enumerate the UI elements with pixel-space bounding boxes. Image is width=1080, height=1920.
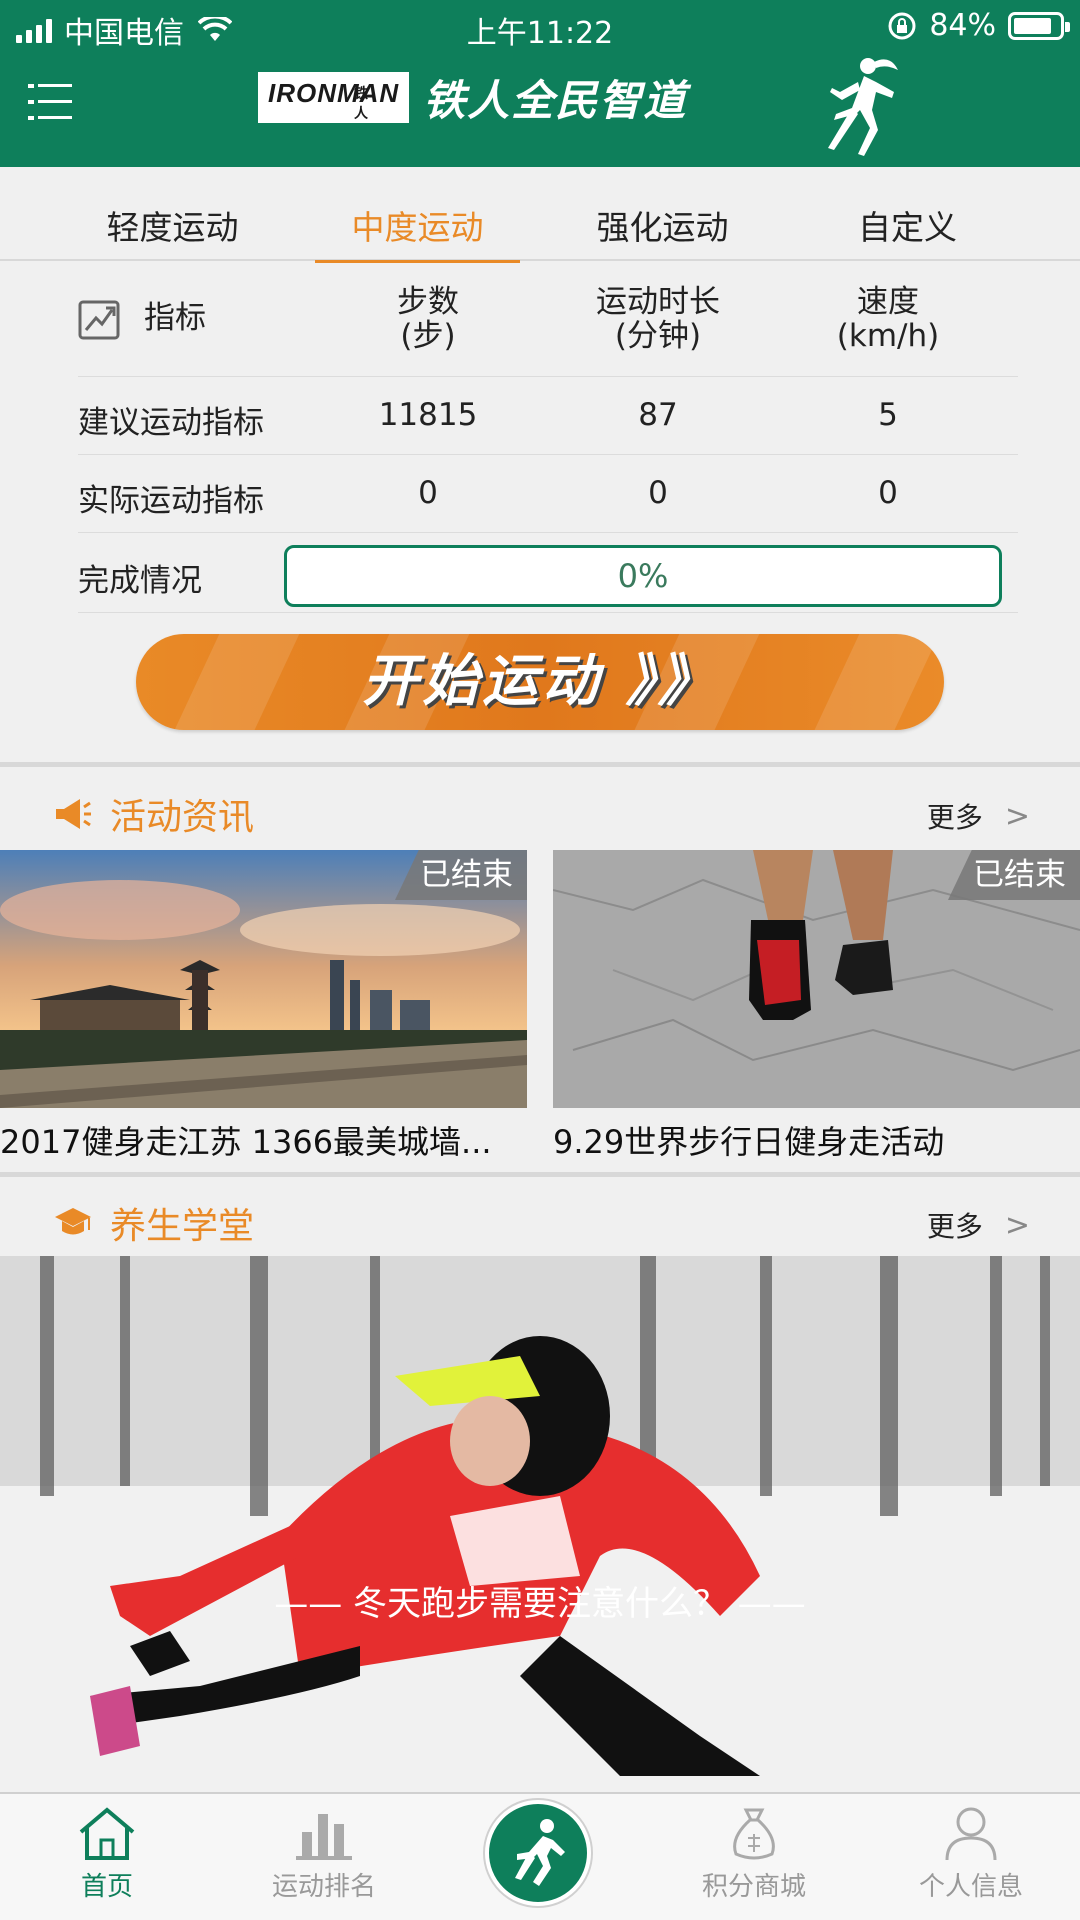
status-right: 84% [887, 8, 1070, 43]
actual-speed: 0 [878, 475, 898, 511]
metric-header: 指标 [144, 300, 206, 336]
runner-mascot-icon [828, 58, 898, 156]
suggested-duration: 87 [638, 397, 678, 433]
activities-header: 活动资讯 [54, 788, 254, 840]
activity-card-2[interactable]: 已结束 9.29世界步行日健身走活动 [553, 850, 1080, 1176]
nav-home[interactable]: 首页 [27, 1804, 187, 1903]
start-exercise-button[interactable]: 开始运动 》》 [136, 634, 944, 730]
brand-en-logo: IRONMAN 铁人 [258, 71, 410, 123]
speed-header-unit: (km/h) [836, 318, 940, 354]
brand-cn-title: 铁人全民智道 [423, 75, 688, 125]
bar-chart-icon [296, 1814, 352, 1860]
app-screen: 中国电信 上午11:22 84% IRONMAN 铁人 铁人全民智道 轻度运动 … [0, 0, 1080, 1920]
suggested-speed: 5 [878, 397, 898, 433]
activities-title: 活动资讯 [110, 797, 255, 838]
runner-icon [515, 1819, 565, 1886]
duration-header-unit: (分钟) [614, 318, 702, 354]
school-more-link[interactable]: 更多 > [927, 1205, 1030, 1245]
feature-caption: —— 冬天跑步需要注意什么？ —— [274, 1584, 806, 1624]
nav-profile-label: 个人信息 [918, 1872, 1023, 1902]
section-divider [0, 1172, 1080, 1177]
hamburger-icon[interactable] [28, 80, 72, 124]
feature-image [0, 1256, 1080, 1792]
steps-header-label: 步数 [397, 284, 459, 320]
tab-custom[interactable]: 自定义 [785, 167, 1030, 261]
activity-image-city-wall: 已结束 [0, 850, 527, 1108]
suggested-row: 建议运动指标 11815 87 5 [78, 377, 1018, 455]
suggested-steps: 11815 [378, 397, 478, 433]
nav-home-label: 首页 [80, 1872, 133, 1902]
speed-header-label: 速度 [857, 284, 919, 320]
money-bag-icon [733, 1808, 775, 1860]
graduation-cap-icon [55, 1208, 91, 1235]
steps-header-unit: (步) [400, 318, 456, 354]
megaphone-icon [56, 799, 91, 829]
suggested-label: 建议运动指标 [78, 405, 264, 441]
chevron-right-icon: > [1004, 1207, 1030, 1243]
completion-row: 完成情况 0% [78, 533, 1018, 613]
tab-light[interactable]: 轻度运动 [50, 167, 295, 261]
rotation-lock-icon [888, 12, 916, 39]
home-icon [79, 1807, 135, 1860]
activity-card-1[interactable]: 已结束 2017健身走江苏 1366最美城墙... [0, 850, 527, 1176]
actual-row: 实际运动指标 0 0 0 [78, 455, 1018, 533]
brand-logo: IRONMAN 铁人 铁人全民智道 [258, 62, 687, 132]
activity-caption: 9.29世界步行日健身走活动 [553, 1123, 945, 1161]
activities-more-label: 更多 [926, 801, 983, 834]
tab-moderate[interactable]: 中度运动 [295, 167, 540, 263]
section-divider [0, 762, 1080, 767]
start-run-fab[interactable] [485, 1800, 591, 1906]
person-icon [945, 1807, 997, 1861]
nav-profile[interactable]: 个人信息 [891, 1804, 1051, 1903]
speed-header: 速度 (km/h) [788, 285, 988, 353]
feature-article-card[interactable]: —— 冬天跑步需要注意什么？ —— [0, 1256, 1080, 1792]
brand-sub-text: 铁人 [354, 84, 386, 121]
nav-points-mall-label: 积分商城 [701, 1872, 806, 1902]
actual-label: 实际运动指标 [78, 483, 264, 519]
completion-value: 0% [617, 557, 669, 595]
activity-caption: 2017健身走江苏 1366最美城墙... [0, 1123, 492, 1161]
school-title: 养生学堂 [110, 1206, 255, 1247]
activity-image-walking: 已结束 [553, 850, 1080, 1108]
actual-duration: 0 [648, 475, 668, 511]
steps-header: 步数 (步) [328, 285, 528, 353]
status-bar: 中国电信 上午11:22 84% [0, 0, 1080, 52]
duration-header: 运动时长 (分钟) [558, 285, 758, 353]
trend-chart-icon [78, 300, 120, 340]
battery-fill [1014, 17, 1051, 34]
actual-steps: 0 [418, 475, 438, 511]
battery-icon [1008, 11, 1070, 40]
nav-ranking-label: 运动排名 [271, 1872, 376, 1902]
duration-header-label: 运动时长 [596, 284, 720, 320]
battery-percent: 84% [929, 8, 996, 43]
tab-intense[interactable]: 强化运动 [540, 167, 785, 261]
school-more-label: 更多 [926, 1210, 983, 1243]
completion-progress-bar: 0% [284, 545, 1002, 607]
start-exercise-label: 开始运动 》》 [362, 649, 718, 714]
nav-points-mall[interactable]: 积分商城 [674, 1804, 834, 1903]
school-header: 养生学堂 [54, 1197, 254, 1249]
intensity-tabs: 轻度运动 中度运动 强化运动 自定义 [0, 167, 1080, 263]
chevron-right-icon: > [1004, 798, 1030, 834]
stats-header-row: 指标 步数 (步) 运动时长 (分钟) 速度 (km/h) [78, 263, 1018, 377]
nav-ranking[interactable]: 运动排名 [244, 1804, 404, 1903]
app-header: 中国电信 上午11:22 84% IRONMAN 铁人 铁人全民智道 [0, 0, 1080, 167]
activities-more-link[interactable]: 更多 > [927, 796, 1030, 836]
